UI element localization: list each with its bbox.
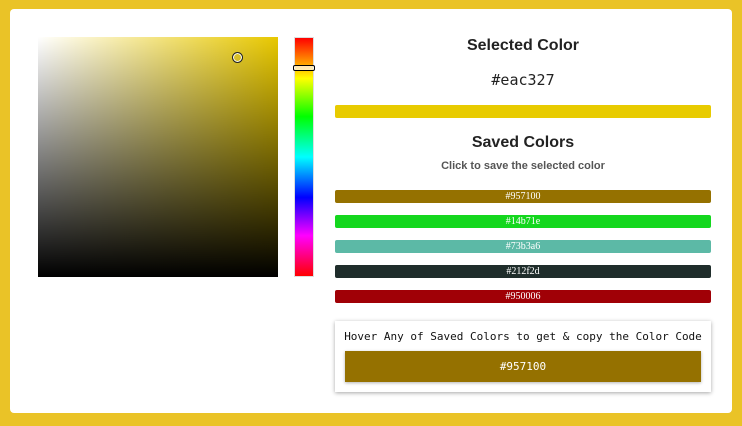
saved-color-item[interactable]: #950006 <box>335 290 711 303</box>
hover-instruction-text: Hover Any of Saved Colors to get & copy … <box>344 330 702 343</box>
saved-color-item[interactable]: #73b3a6 <box>335 240 711 253</box>
saved-colors-subtitle: Click to save the selected color <box>441 160 605 172</box>
selected-color-hex: #eac327 <box>491 71 555 89</box>
sv-cursor-handle[interactable] <box>232 52 243 63</box>
saved-color-item[interactable]: #957100 <box>335 190 711 203</box>
hue-slider[interactable] <box>293 37 315 277</box>
saved-color-item[interactable]: #212f2d <box>335 265 711 278</box>
color-panel: Selected Color #eac327 Saved Colors Clic… <box>335 37 711 315</box>
copy-color-panel: Hover Any of Saved Colors to get & copy … <box>335 321 711 392</box>
copy-color-chip[interactable]: #957100 <box>345 351 701 382</box>
selected-color-swatch[interactable] <box>335 105 711 118</box>
saved-color-item[interactable]: #14b71e <box>335 215 711 228</box>
selected-color-title: Selected Color <box>466 37 580 54</box>
saved-colors-list: #957100 #14b71e #73b3a6 #212f2d #950006 <box>335 190 711 303</box>
color-picker-card: Selected Color #eac327 Saved Colors Clic… <box>10 9 732 413</box>
hue-slider-thumb[interactable] <box>293 65 315 71</box>
saved-colors-title: Saved Colors <box>471 134 575 151</box>
saturation-value-area[interactable] <box>38 37 278 277</box>
